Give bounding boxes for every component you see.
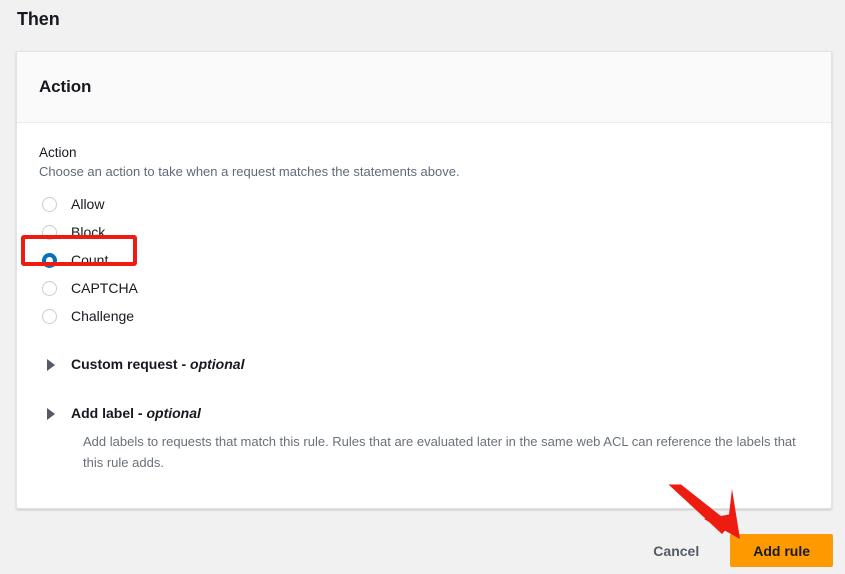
action-field-description: Choose an action to take when a request …	[39, 164, 460, 179]
action-field-label: Action	[39, 145, 77, 160]
expandable-separator: -	[134, 405, 147, 421]
expandable-add-label[interactable]: Add label - optional	[39, 404, 809, 422]
expandable-title-text: Add label	[71, 405, 135, 421]
radio-option-block[interactable]: Block	[39, 218, 809, 246]
radio-option-label: Count	[71, 252, 109, 268]
add-rule-button[interactable]: Add rule	[730, 534, 833, 567]
add-label-description: Add labels to requests that match this r…	[83, 434, 796, 470]
radio-option-count[interactable]: Count	[39, 246, 809, 274]
cancel-button[interactable]: Cancel	[639, 535, 713, 567]
expandable-optional-tag: optional	[190, 356, 245, 372]
chevron-right-icon	[47, 359, 55, 371]
form-actions: Cancel Add rule	[0, 527, 845, 574]
card-body: Action Choose an action to take when a r…	[17, 123, 831, 473]
radio-icon	[42, 308, 57, 324]
card-title: Action	[39, 77, 92, 96]
expandable-custom-request-label: Custom request - optional	[71, 355, 244, 373]
radio-option-challenge[interactable]: Challenge	[39, 302, 809, 330]
expandable-title-text: Custom request	[71, 356, 178, 372]
radio-option-label: Challenge	[71, 308, 135, 324]
radio-option-label: Block	[71, 224, 106, 240]
radio-option-allow[interactable]: Allow	[39, 190, 809, 218]
chevron-right-icon	[47, 408, 55, 420]
radio-icon	[42, 196, 57, 212]
radio-option-label: CAPTCHA	[71, 280, 138, 296]
radio-option-label: Allow	[71, 196, 105, 212]
expandable-separator: -	[177, 356, 191, 372]
page-title: Then	[17, 9, 60, 29]
expandable-custom-request[interactable]: Custom request - optional	[39, 355, 809, 373]
radio-option-captcha[interactable]: CAPTCHA	[39, 274, 809, 302]
card-header: Action	[17, 52, 831, 123]
radio-selected-icon	[42, 252, 57, 268]
action-card: Action Action Choose an action to take w…	[16, 51, 832, 509]
radio-icon	[42, 280, 57, 296]
expandable-add-label-label: Add label - optional	[71, 404, 201, 422]
radio-icon	[42, 224, 57, 240]
expandable-optional-tag: optional	[146, 405, 201, 421]
action-radio-group[interactable]: Allow Block Count CAPTCHA Challenge	[39, 190, 809, 330]
